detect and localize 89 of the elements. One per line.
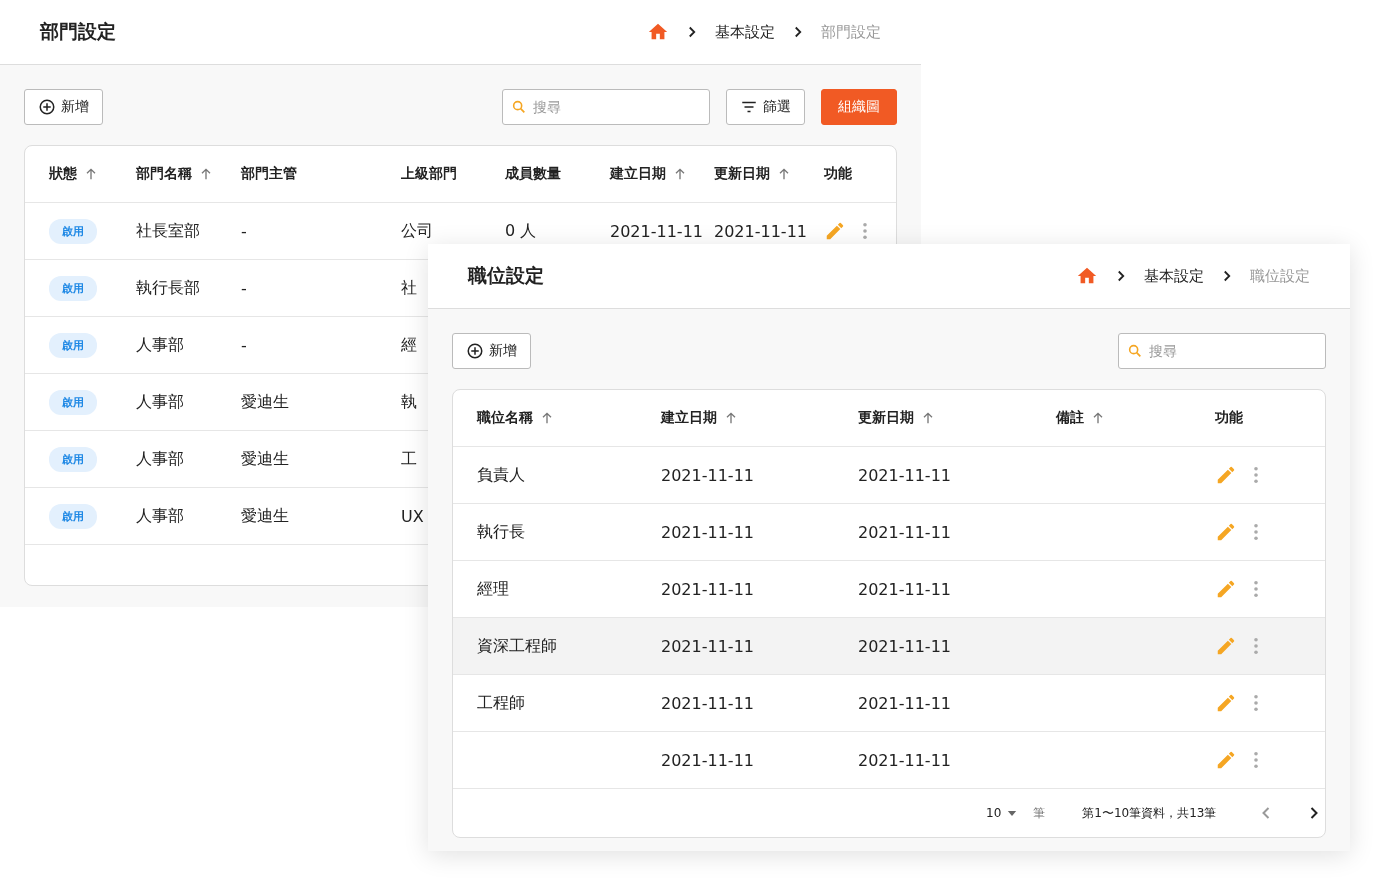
page-size-unit: 筆 <box>1033 804 1046 822</box>
more-icon[interactable] <box>1253 637 1259 655</box>
page-range-text: 第1〜10筆資料，共13筆 <box>1082 804 1217 822</box>
table-cell: - <box>241 221 247 241</box>
table-cell: 2021-11-11 <box>661 522 754 542</box>
status-badge: 啟用 <box>49 503 97 529</box>
table-cell: 人事部 <box>136 334 184 356</box>
page-title: 部門設定 <box>40 19 117 44</box>
table-cell: 經理 <box>477 578 509 600</box>
table-cell: 經 <box>401 334 417 356</box>
search-field[interactable]: 搜尋 <box>502 89 710 125</box>
table-cell: 愛迪生 <box>241 505 289 527</box>
table-cell: UX <box>401 506 424 526</box>
table-cell: 2021-11-11 <box>610 221 703 241</box>
table-cell: 人事部 <box>136 505 184 527</box>
table-cell: 2021-11-11 <box>661 693 754 713</box>
table-cell: 2021-11-11 <box>858 465 951 485</box>
column-header[interactable]: 狀態 <box>49 165 77 183</box>
table-cell: 愛迪生 <box>241 391 289 413</box>
column-header[interactable]: 部門名稱 <box>136 165 192 183</box>
column-header: 上級部門 <box>401 165 457 183</box>
more-icon[interactable] <box>1253 694 1259 712</box>
filter-button[interactable]: 篩選 <box>726 89 805 125</box>
column-header[interactable]: 更新日期 <box>714 165 770 183</box>
column-header[interactable]: 備註 <box>1056 409 1084 427</box>
more-icon[interactable] <box>1253 580 1259 598</box>
selected-row[interactable]: 資深工程師 2021-11-11 2021-11-11 <box>453 618 1325 675</box>
table-cell: 2021-11-11 <box>661 750 754 770</box>
table-cell: 工程師 <box>477 692 525 714</box>
status-badge: 啟用 <box>49 218 97 244</box>
table-cell: 人事部 <box>136 448 184 470</box>
table-cell: 公司 <box>401 220 433 242</box>
column-header: 功能 <box>824 165 852 183</box>
pencil-icon[interactable] <box>1215 464 1237 486</box>
pencil-icon[interactable] <box>1215 692 1237 714</box>
add-button[interactable]: 新增 <box>24 89 103 125</box>
table-cell: 2021-11-11 <box>661 636 754 656</box>
status-badge: 啟用 <box>49 332 97 358</box>
more-icon[interactable] <box>1253 466 1259 484</box>
pencil-icon[interactable] <box>1215 521 1237 543</box>
more-icon[interactable] <box>1253 751 1259 769</box>
search-icon <box>511 99 527 115</box>
table-cell: 執 <box>401 391 417 413</box>
plus-circle-icon <box>38 98 56 116</box>
table-cell: - <box>241 278 247 298</box>
pencil-icon[interactable] <box>1215 749 1237 771</box>
table-cell: 2021-11-11 <box>858 522 951 542</box>
more-icon[interactable] <box>862 222 868 240</box>
caret-icon <box>1007 809 1018 817</box>
column-header[interactable]: 職位名稱 <box>477 409 533 427</box>
column-header[interactable]: 建立日期 <box>661 409 717 427</box>
more-icon[interactable] <box>1253 523 1259 541</box>
column-header: 功能 <box>1215 409 1243 427</box>
table-cell: 工 <box>401 448 417 470</box>
table-cell: 0 人 <box>505 220 537 242</box>
table-cell: 資深工程師 <box>477 635 557 657</box>
page-title: 職位設定 <box>468 263 545 288</box>
table-cell: 2021-11-11 <box>858 693 951 713</box>
status-badge: 啟用 <box>49 275 97 301</box>
table-cell: 2021-11-11 <box>858 636 951 656</box>
column-header: 部門主管 <box>241 165 297 183</box>
breadcrumb-link[interactable]: 基本設定 <box>1144 266 1204 286</box>
table-cell: 愛迪生 <box>241 448 289 470</box>
table-cell: 2021-11-11 <box>858 750 951 770</box>
status-badge: 啟用 <box>49 446 97 472</box>
status-badge: 啟用 <box>49 389 97 415</box>
table-cell: 人事部 <box>136 391 184 413</box>
table-cell: 2021-11-11 <box>661 579 754 599</box>
table-cell: 2021-11-11 <box>858 579 951 599</box>
breadcrumb-link[interactable]: 基本設定 <box>715 22 775 42</box>
pencil-icon[interactable] <box>1215 635 1237 657</box>
table-cell: 社長室部 <box>136 220 200 242</box>
column-header[interactable]: 更新日期 <box>858 409 914 427</box>
pencil-icon[interactable] <box>1215 578 1237 600</box>
add-button[interactable]: 新增 <box>452 333 531 369</box>
table-cell: 2021-11-11 <box>661 465 754 485</box>
page-size-select[interactable]: 10 <box>986 806 1018 820</box>
column-header: 成員數量 <box>505 165 561 183</box>
column-header[interactable]: 建立日期 <box>610 165 666 183</box>
table-cell: 社 <box>401 277 417 299</box>
plus-circle-icon <box>466 342 484 360</box>
table-cell: 執行長部 <box>136 277 200 299</box>
table-cell: 負責人 <box>477 464 525 486</box>
search-field[interactable]: 搜尋 <box>1118 333 1326 369</box>
table-cell: 2021-11-11 <box>714 221 807 241</box>
table-cell: - <box>241 335 247 355</box>
search-icon <box>1127 343 1143 359</box>
table-cell: 執行長 <box>477 521 525 543</box>
pencil-icon[interactable] <box>824 220 846 242</box>
